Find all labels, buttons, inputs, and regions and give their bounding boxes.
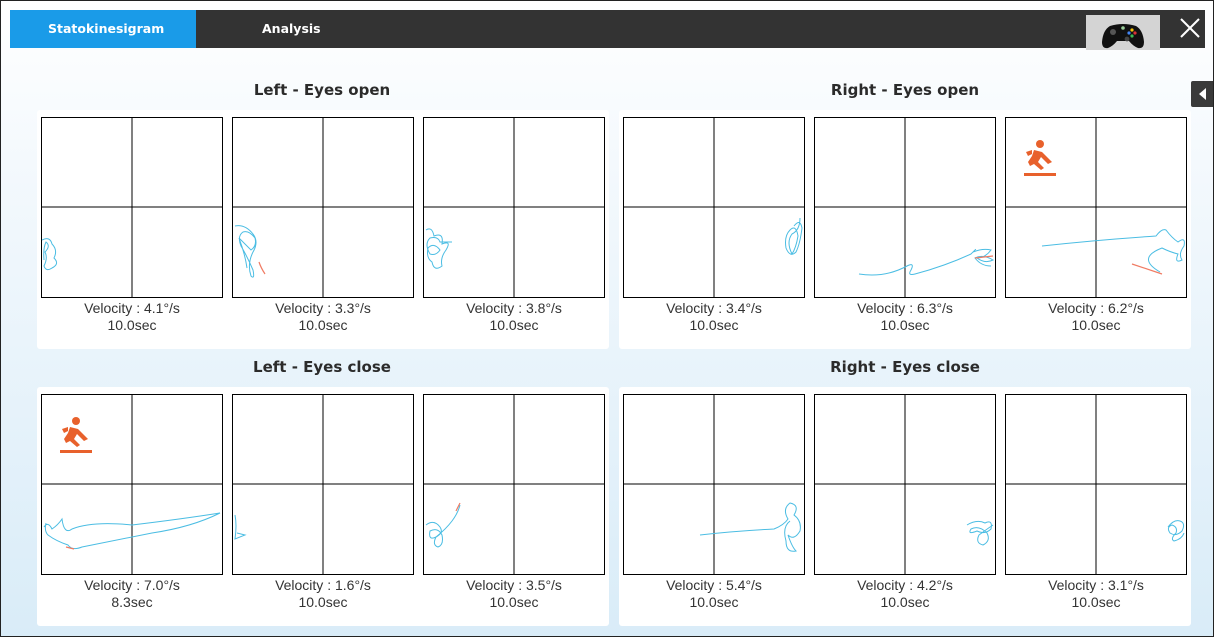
close-icon (1180, 18, 1200, 38)
side-panel-toggle[interactable] (1191, 81, 1213, 107)
statokinesigram-plot (232, 394, 414, 575)
statokinesigram-plot (1005, 117, 1187, 298)
test-card[interactable]: Velocity : 3.8°/s 10.0sec (423, 117, 605, 343)
statokinesigram-plot (41, 394, 223, 575)
statokinesigram-plot (623, 117, 805, 298)
statokinesigram-plot (814, 117, 996, 298)
test-card[interactable]: Velocity : 7.0°/s 8.3sec (41, 394, 223, 620)
panel-right-eyes-open: Velocity : 3.4°/s 10.0sec Velocity : 6.3… (619, 110, 1191, 349)
test-card[interactable]: Velocity : 4.2°/s 10.0sec (814, 394, 996, 620)
test-card[interactable]: Velocity : 5.4°/s 10.0sec (623, 394, 805, 620)
panel-right-eyes-close: Velocity : 5.4°/s 10.0sec Velocity : 4.2… (619, 387, 1191, 626)
velocity-label: Velocity : 4.2°/s (857, 577, 953, 593)
group-title-right-eyes-close: Right - Eyes close (830, 358, 980, 376)
fall-warning-icon (1024, 140, 1056, 176)
statokinesigram-plot (41, 117, 223, 298)
duration-label: 10.0sec (1071, 594, 1121, 610)
panel-left-eyes-open: Velocity : 4.1°/s 10.0sec Velocity : 3.3… (37, 110, 609, 349)
duration-label: 10.0sec (880, 317, 930, 333)
velocity-label: Velocity : 1.6°/s (275, 577, 371, 593)
velocity-label: Velocity : 7.0°/s (84, 577, 180, 593)
statokinesigram-plot (1005, 394, 1187, 575)
duration-label: 10.0sec (298, 594, 348, 610)
fall-warning-icon (60, 417, 92, 453)
app-window: Statokinesigram Analysis Left - Eyes ope… (0, 0, 1214, 637)
test-card[interactable]: Velocity : 3.1°/s 10.0sec (1005, 394, 1187, 620)
velocity-label: Velocity : 3.8°/s (466, 300, 562, 316)
group-title-left-eyes-close: Left - Eyes close (253, 358, 391, 376)
test-card[interactable]: Velocity : 3.3°/s 10.0sec (232, 117, 414, 343)
test-card[interactable]: Velocity : 4.1°/s 10.0sec (41, 117, 223, 343)
duration-label: 10.0sec (489, 317, 539, 333)
velocity-label: Velocity : 3.3°/s (275, 300, 371, 316)
velocity-label: Velocity : 5.4°/s (666, 577, 762, 593)
gamepad-button[interactable] (1086, 15, 1160, 50)
statokinesigram-plot (423, 394, 605, 575)
gamepad-icon (1102, 24, 1144, 49)
test-card[interactable]: Velocity : 3.5°/s 10.0sec (423, 394, 605, 620)
velocity-label: Velocity : 6.3°/s (857, 300, 953, 316)
panel-left-eyes-close: Velocity : 7.0°/s 8.3sec Velocity : 1.6°… (37, 387, 609, 626)
top-bar: Statokinesigram Analysis (10, 10, 1205, 50)
statokinesigram-plot (232, 117, 414, 298)
velocity-label: Velocity : 3.1°/s (1048, 577, 1144, 593)
test-card[interactable]: Velocity : 6.2°/s 10.0sec (1005, 117, 1187, 343)
duration-label: 10.0sec (689, 594, 739, 610)
duration-label: 10.0sec (880, 594, 930, 610)
test-card[interactable]: Velocity : 6.3°/s 10.0sec (814, 117, 996, 343)
duration-label: 10.0sec (298, 317, 348, 333)
close-button[interactable] (1175, 13, 1205, 43)
statokinesigram-plot (423, 117, 605, 298)
velocity-label: Velocity : 4.1°/s (84, 300, 180, 316)
velocity-label: Velocity : 6.2°/s (1048, 300, 1144, 316)
duration-label: 10.0sec (107, 317, 157, 333)
caret-left-icon (1199, 88, 1206, 100)
group-title-right-eyes-open: Right - Eyes open (830, 81, 980, 99)
velocity-label: Velocity : 3.4°/s (666, 300, 762, 316)
tab-statokinesigram[interactable]: Statokinesigram (10, 10, 196, 48)
duration-label: 10.0sec (1071, 317, 1121, 333)
duration-label: 10.0sec (489, 594, 539, 610)
statokinesigram-plot (814, 394, 996, 575)
statokinesigram-plot (623, 394, 805, 575)
group-title-left-eyes-open: Left - Eyes open (253, 81, 391, 99)
test-card[interactable]: Velocity : 1.6°/s 10.0sec (232, 394, 414, 620)
duration-label: 8.3sec (111, 594, 153, 610)
tab-analysis[interactable]: Analysis (262, 10, 321, 48)
test-card[interactable]: Velocity : 3.4°/s 10.0sec (623, 117, 805, 343)
duration-label: 10.0sec (689, 317, 739, 333)
velocity-label: Velocity : 3.5°/s (466, 577, 562, 593)
